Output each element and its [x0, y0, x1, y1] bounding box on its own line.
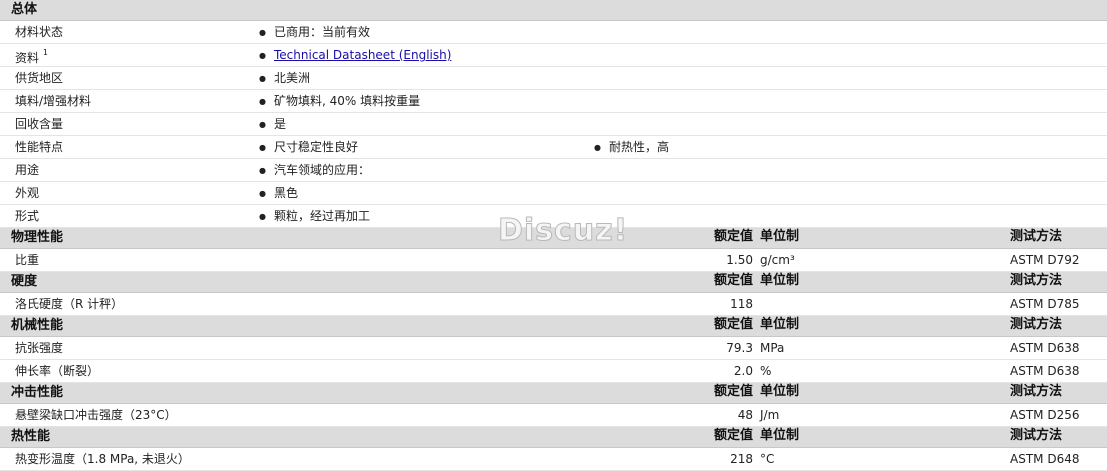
- section-title: 硬度: [11, 274, 38, 289]
- bullet-icon: [259, 117, 274, 133]
- property-value: 已商用：当前有效: [259, 25, 370, 41]
- test-method: ASTM D638: [1010, 364, 1080, 378]
- property-label: 用途: [15, 163, 40, 177]
- section-header-impact: 冲击性能 额定值 单位制 测试方法: [0, 383, 1107, 404]
- bullet-icon: [259, 140, 274, 156]
- property-label: 热变形温度（1.8 MPa, 未退火）: [15, 452, 190, 466]
- property-value: 黑色: [259, 186, 298, 202]
- property-label: 性能特点: [15, 140, 64, 154]
- test-method: ASTM D648: [1010, 452, 1080, 466]
- property-label: 供货地区: [15, 71, 64, 85]
- bullet-icon: [259, 94, 274, 110]
- property-row-documents: 资料 1 Technical Datasheet (English): [0, 44, 1107, 67]
- property-label: 抗张强度: [15, 341, 64, 355]
- property-row-appearance: 外观 黑色: [0, 182, 1107, 205]
- property-label: 悬壁梁缺口冲击强度（23°C）: [15, 408, 177, 422]
- property-label: 资料 1: [15, 48, 48, 65]
- test-method: ASTM D256: [1010, 408, 1080, 422]
- nominal-value: 79.3: [726, 341, 753, 355]
- bullet-icon: [259, 209, 274, 225]
- section-title: 热性能: [11, 429, 51, 444]
- bullet-icon: [259, 163, 274, 179]
- property-label: 比重: [15, 253, 40, 267]
- column-header-method: 测试方法: [1010, 384, 1063, 399]
- measurement-row: 悬壁梁缺口冲击强度（23°C） 48 J/m ASTM D256: [0, 404, 1107, 427]
- nominal-value: 1.50: [726, 253, 753, 267]
- property-value: 是: [259, 117, 286, 133]
- measurement-row: 比重 1.50 g/cm³ ASTM D792: [0, 249, 1107, 272]
- unit: MPa: [760, 341, 785, 355]
- column-header-unit: 单位制: [760, 428, 800, 443]
- property-value: 尺寸稳定性良好: [259, 140, 358, 156]
- column-header-value: 额定值: [713, 317, 753, 332]
- column-header-method: 测试方法: [1010, 273, 1063, 288]
- column-header-unit: 单位制: [760, 384, 800, 399]
- watermark-text: Discuz!: [497, 213, 629, 249]
- column-header-value: 额定值: [713, 273, 753, 288]
- section-header-hardness: 硬度 额定值 单位制 测试方法: [0, 272, 1107, 293]
- property-value: 耐热性，高: [594, 140, 669, 156]
- property-value: 矿物填料, 40% 填料按重量: [259, 94, 420, 110]
- unit: %: [760, 364, 772, 378]
- measurement-row: 热变形温度（1.8 MPa, 未退火） 218 °C ASTM D648: [0, 448, 1107, 471]
- section-header-thermal: 热性能 额定值 单位制 测试方法: [0, 427, 1107, 448]
- nominal-value: 48: [737, 408, 753, 422]
- property-label: 回收含量: [15, 117, 64, 131]
- property-label: 材料状态: [15, 25, 64, 39]
- column-header-method: 测试方法: [1010, 317, 1063, 332]
- section-title: 总体: [11, 2, 38, 17]
- property-value: 北美洲: [259, 71, 310, 87]
- property-row-recycled: 回收含量 是: [0, 113, 1107, 136]
- column-header-unit: 单位制: [760, 273, 800, 288]
- bullet-icon: [259, 71, 274, 87]
- measurement-row: 伸长率（断裂） 2.0 % ASTM D638: [0, 360, 1107, 383]
- unit: J/m: [760, 408, 780, 422]
- property-row-status: 材料状态 已商用：当前有效: [0, 21, 1107, 44]
- column-header-value: 额定值: [713, 428, 753, 443]
- nominal-value: 118: [730, 297, 753, 311]
- section-title: 机械性能: [11, 318, 64, 333]
- column-header-method: 测试方法: [1010, 229, 1063, 244]
- bullet-icon: [259, 25, 274, 41]
- column-header-unit: 单位制: [760, 317, 800, 332]
- property-label: 形式: [15, 209, 40, 223]
- test-method: ASTM D638: [1010, 341, 1080, 355]
- section-title: 物理性能: [11, 230, 64, 245]
- property-row-uses: 用途 汽车领域的应用：: [0, 159, 1107, 182]
- property-row-features: 性能特点 尺寸稳定性良好 耐热性，高: [0, 136, 1107, 159]
- unit: g/cm³: [760, 253, 795, 267]
- bullet-icon: [259, 186, 274, 202]
- bullet-icon: [259, 48, 274, 64]
- property-label: 伸长率（断裂）: [15, 364, 100, 378]
- property-value: Technical Datasheet (English): [259, 48, 451, 64]
- nominal-value: 218: [730, 452, 753, 466]
- column-header-value: 额定值: [713, 384, 753, 399]
- section-header-overall: 总体: [0, 0, 1107, 21]
- column-header-unit: 单位制: [760, 229, 800, 244]
- measurement-row: 洛氏硬度（R 计秤） 118 ASTM D785: [0, 293, 1107, 316]
- unit: °C: [760, 452, 775, 466]
- test-method: ASTM D785: [1010, 297, 1080, 311]
- property-value: 汽车领域的应用：: [259, 163, 370, 179]
- bullet-icon: [594, 140, 609, 156]
- column-header-method: 测试方法: [1010, 428, 1063, 443]
- test-method: ASTM D792: [1010, 253, 1080, 267]
- technical-datasheet-link[interactable]: Technical Datasheet (English): [274, 48, 451, 62]
- property-label: 洛氏硬度（R 计秤）: [15, 297, 124, 311]
- property-label: 填料/增强材料: [15, 94, 92, 108]
- section-header-mechanical: 机械性能 额定值 单位制 测试方法: [0, 316, 1107, 337]
- property-row-filler: 填料/增强材料 矿物填料, 40% 填料按重量: [0, 90, 1107, 113]
- measurement-row: 抗张强度 79.3 MPa ASTM D638: [0, 337, 1107, 360]
- footnote-marker: 1: [42, 48, 48, 57]
- property-value: 颗粒，经过再加工: [259, 209, 370, 225]
- property-row-region: 供货地区 北美洲: [0, 67, 1107, 90]
- column-header-value: 额定值: [713, 229, 753, 244]
- nominal-value: 2.0: [733, 364, 753, 378]
- property-label: 外观: [15, 186, 40, 200]
- section-title: 冲击性能: [11, 385, 64, 400]
